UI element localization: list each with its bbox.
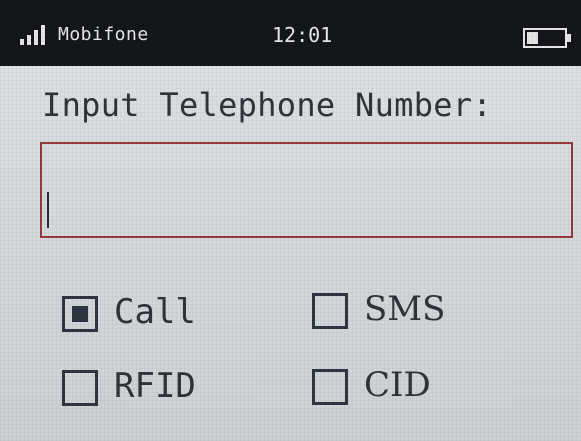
call-checkbox[interactable] xyxy=(62,296,98,332)
cid-label: CID xyxy=(364,365,431,405)
phone-number-input[interactable] xyxy=(40,142,573,238)
rfid-label: RFID xyxy=(114,366,196,406)
carrier-name: Mobifone xyxy=(58,24,149,45)
cid-checkbox[interactable] xyxy=(312,369,348,405)
battery-level xyxy=(527,32,538,44)
sms-label: SMS xyxy=(364,289,446,329)
sms-checkbox[interactable] xyxy=(312,293,348,329)
phone-screen: Mobifone 12:01 Input Telephone Number: C… xyxy=(0,0,581,441)
signal-bars-icon xyxy=(20,25,50,45)
input-prompt: Input Telephone Number: xyxy=(42,86,493,124)
text-cursor xyxy=(47,192,49,228)
checkbox-checked-mark xyxy=(72,306,88,322)
call-label: Call xyxy=(114,292,196,332)
battery-icon xyxy=(523,28,571,48)
rfid-checkbox[interactable] xyxy=(62,370,98,406)
status-bar: Mobifone 12:01 xyxy=(0,0,581,66)
clock: 12:01 xyxy=(272,23,333,47)
